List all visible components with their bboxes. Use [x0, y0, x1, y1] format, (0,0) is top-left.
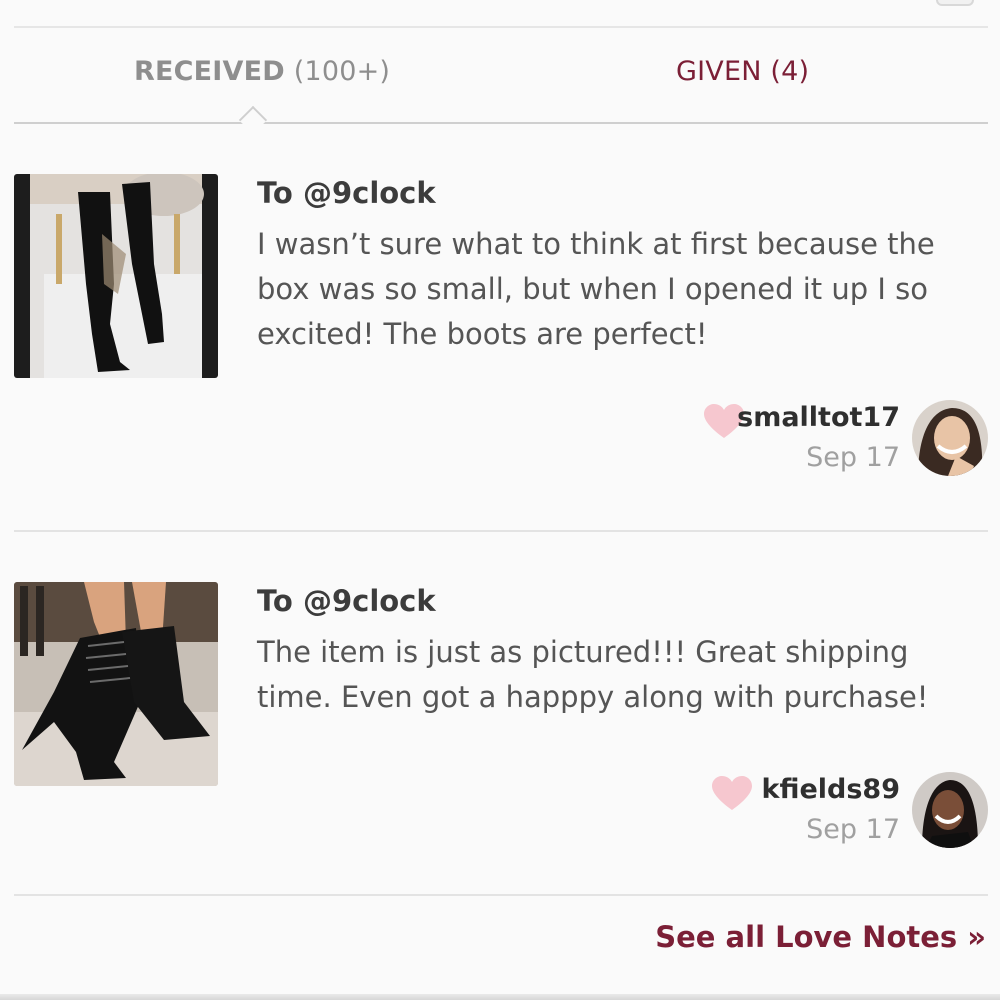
- note-recipient[interactable]: To @9clock: [257, 584, 436, 618]
- over-the-knee-black-boots-photo-icon: [14, 174, 218, 378]
- note-username[interactable]: smalltot17: [737, 402, 900, 433]
- note-recipient[interactable]: To @9clock: [257, 176, 436, 210]
- top-corner-button[interactable]: [936, 0, 974, 6]
- note-text: The item is just as pictured!!! Great sh…: [257, 635, 929, 714]
- smiling-woman-avatar-icon: [912, 400, 988, 476]
- bottom-edge: [0, 994, 1000, 1000]
- note-meta: kfields89 Sep 17: [688, 772, 988, 852]
- note-meta: smalltot17 Sep 17: [688, 400, 988, 480]
- tab-received[interactable]: RECEIVED (100+): [134, 56, 390, 87]
- note-text: I wasn’t sure what to think at first bec…: [257, 227, 935, 351]
- tab-bar: RECEIVED (100+) GIVEN (4): [14, 40, 988, 124]
- smiling-woman-avatar-icon: [912, 772, 988, 848]
- note-date: Sep 17: [806, 814, 900, 845]
- item-thumbnail[interactable]: [14, 582, 218, 786]
- see-all-love-notes-link[interactable]: See all Love Notes »: [655, 920, 986, 954]
- item-thumbnail[interactable]: [14, 174, 218, 378]
- black-lace-up-heels-photo-icon: [14, 582, 218, 786]
- tab-underline: [14, 122, 988, 124]
- note-date: Sep 17: [806, 442, 900, 473]
- tab-received-count: (100+): [293, 56, 391, 87]
- note-divider: [14, 894, 988, 896]
- user-avatar[interactable]: [912, 400, 988, 476]
- love-note-item: To @9clock I wasn’t sure what to think a…: [14, 174, 988, 530]
- heart-icon[interactable]: [712, 776, 752, 812]
- love-note-item: To @9clock The item is just as pictured!…: [14, 582, 988, 894]
- tab-given[interactable]: GIVEN (4): [676, 56, 809, 87]
- note-username[interactable]: kfields89: [761, 774, 900, 805]
- note-divider: [14, 530, 988, 532]
- user-avatar[interactable]: [912, 772, 988, 848]
- top-divider: [14, 26, 988, 28]
- tab-received-label: RECEIVED: [134, 56, 285, 87]
